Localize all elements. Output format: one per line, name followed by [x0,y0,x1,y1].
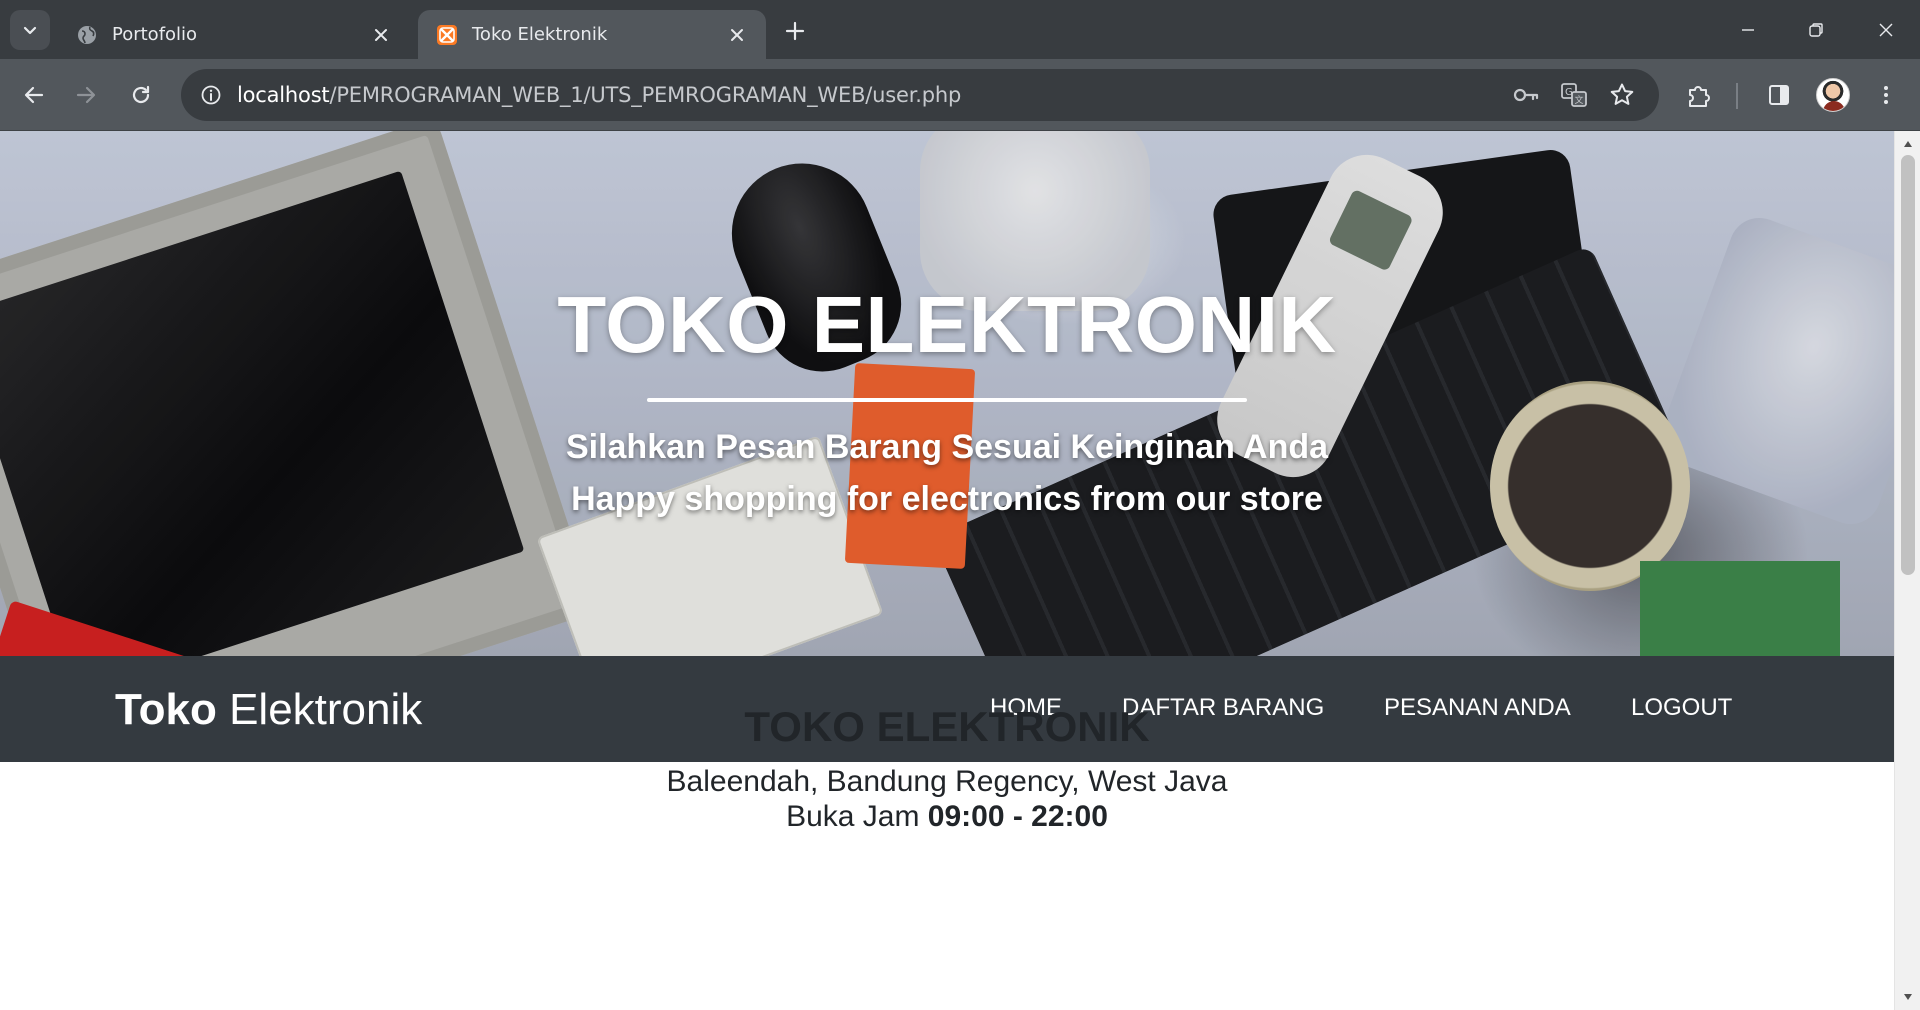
url-path: /PEMROGRAMAN_WEB_1/UTS_PEMROGRAMAN_WEB/u… [329,83,962,107]
minimize-icon [1742,29,1754,31]
arrow-left-icon [24,86,44,104]
profile-avatar[interactable] [1816,78,1850,112]
reload-icon [132,85,150,104]
close-window-button[interactable] [1862,10,1910,50]
side-panel-button[interactable] [1759,75,1799,115]
hero-subtitle-line2: Happy shopping for electronics from our … [571,480,1323,518]
info-icon [201,85,221,105]
browser-menu-button[interactable] [1866,75,1906,115]
more-vertical-icon [1884,86,1888,104]
page-viewport: TOKO ELEKTRONIK Silahkan Pesan Barang Se… [0,131,1894,1010]
tab-title: Portofolio [112,24,198,45]
url-host: localhost [237,83,330,107]
bookmark-button[interactable] [1606,79,1638,111]
triangle-up-icon [1904,141,1912,147]
translate-icon: G文 [1561,83,1587,107]
store-hours-label: Buka Jam [786,800,920,833]
chevron-down-icon [23,26,37,35]
url-text[interactable]: localhost/PEMROGRAMAN_WEB_1/UTS_PEMROGRA… [237,83,961,107]
hero-overlay [0,131,1894,656]
tab-toko-elektronik[interactable]: Toko Elektronik [418,10,766,59]
svg-text:文: 文 [1575,94,1584,106]
star-icon [1610,83,1634,105]
hero-title: TOKO ELEKTRONIK [557,280,1337,369]
xampp-icon [437,24,457,45]
arrow-right-icon [76,86,96,104]
side-panel-icon [1769,85,1789,105]
key-icon [1513,88,1539,102]
address-bar[interactable]: localhost/PEMROGRAMAN_WEB_1/UTS_PEMROGRA… [181,69,1659,121]
reload-button[interactable] [121,75,161,115]
translate-button[interactable]: G文 [1558,79,1590,111]
extensions-button[interactable] [1679,75,1719,115]
restore-button[interactable] [1792,10,1840,50]
scroll-thumb[interactable] [1901,155,1915,575]
forward-button[interactable] [66,75,106,115]
password-manager-button[interactable] [1510,79,1542,111]
close-icon [1879,23,1893,37]
site-info-button[interactable] [185,69,237,121]
close-tab-icon[interactable] [726,24,748,46]
toolbar-divider [1736,83,1738,109]
hero-banner: TOKO ELEKTRONIK Silahkan Pesan Barang Se… [0,131,1894,656]
scroll-up-arrow[interactable] [1895,135,1920,153]
browser-toolbar: localhost/PEMROGRAMAN_WEB_1/UTS_PEMROGRA… [0,59,1920,131]
new-tab-button[interactable] [780,16,810,46]
scroll-down-arrow[interactable] [1895,988,1920,1006]
browser-tab-strip: Portofolio Toko Elektronik [0,0,1920,59]
puzzle-icon [1689,86,1710,107]
globe-icon [78,25,96,44]
store-address: Baleendah, Bandung Regency, West Java [666,765,1228,798]
hero-divider [647,398,1247,402]
tab-title: Toko Elektronik [472,24,608,45]
back-button[interactable] [14,75,54,115]
triangle-down-icon [1904,994,1912,1000]
store-hours-value: 09:00 - 22:00 [927,800,1108,833]
plus-icon [785,21,805,41]
hero-subtitle-line1: Silahkan Pesan Barang Sesuai Keinginan A… [565,428,1329,466]
store-hours: Buka Jam 09:00 - 22:00 [0,800,1894,834]
tab-search-button[interactable] [10,10,50,50]
store-title: TOKO ELEKTRONIK [744,703,1150,750]
close-tab-icon[interactable] [370,24,392,46]
tab-portofolio[interactable]: Portofolio [58,10,410,59]
page-scrollbar[interactable] [1894,131,1920,1010]
restore-icon [1809,23,1823,37]
minimize-button[interactable] [1724,10,1772,50]
